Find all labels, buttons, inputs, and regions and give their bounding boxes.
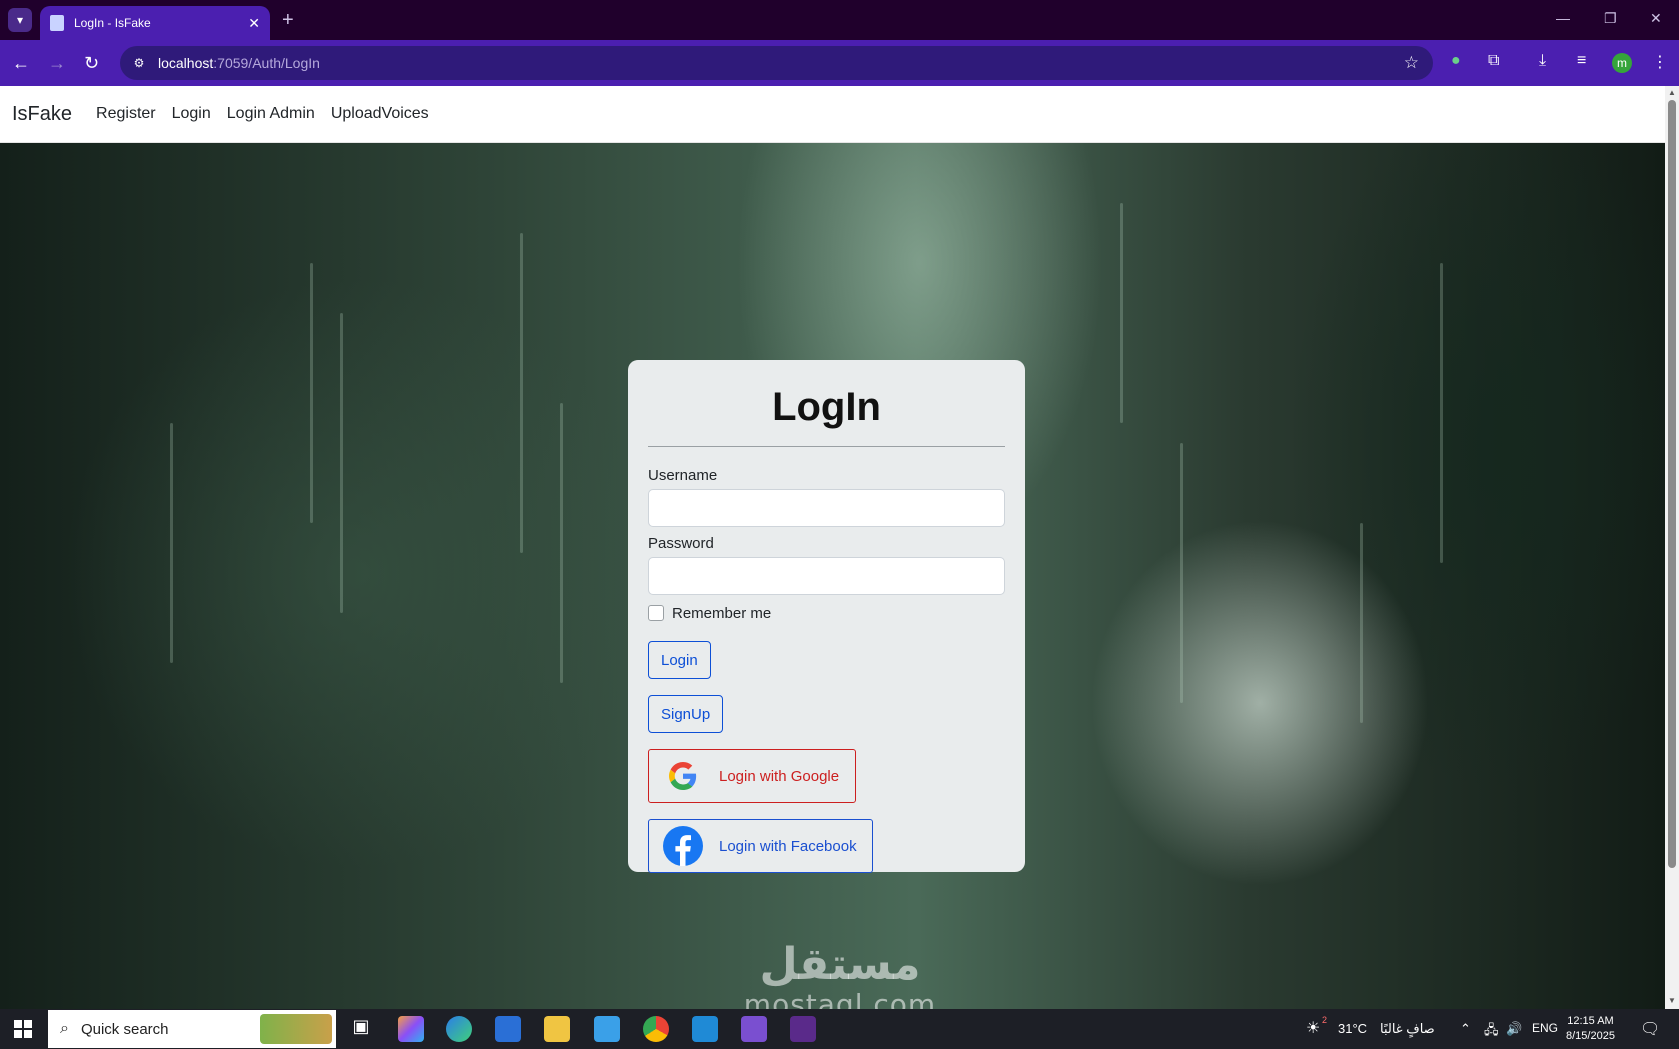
brand-logo[interactable]: IsFake [12,103,72,126]
site-info-icon[interactable]: ⚙ [130,54,148,72]
remember-me-checkbox[interactable] [648,605,664,621]
language-indicator[interactable]: ENG [1532,1021,1558,1035]
facebook-logo-icon [663,826,703,866]
weather-temp[interactable]: 31°C [1338,1021,1367,1036]
browser-tab-active[interactable]: LogIn - IsFake ✕ [40,6,270,40]
clock-time: 12:15 AM [1567,1015,1614,1027]
password-label: Password [648,535,714,552]
network-icon[interactable]: 🖧 [1484,1021,1499,1043]
login-card: LogIn Username Password Remember me Logi… [628,360,1025,873]
weather-badge: 2 [1322,1015,1328,1025]
username-input[interactable] [648,489,1005,527]
title-divider [648,446,1005,447]
watermark-arabic: مستقل [759,939,921,990]
watermark-latin: mostaql.com [743,988,937,1010]
search-icon: ⌕ [60,1020,69,1037]
file-explorer-icon[interactable] [544,1016,570,1042]
terminal-icon[interactable] [790,1016,816,1042]
notifications-icon[interactable]: 🗨 [1640,1019,1660,1039]
chrome-icon[interactable] [643,1016,669,1042]
watermark: مستقل mostaql.com [740,939,940,1010]
address-bar[interactable]: ⚙ localhost:7059/Auth/LogIn ☆ [120,46,1433,80]
url-host: localhost [158,55,214,71]
page-favicon-icon [50,15,64,31]
extensions-puzzle-icon[interactable]: ⧉ [1488,52,1499,70]
taskbar-clock[interactable]: 12:15 AM 8/15/2025 [1566,1014,1615,1044]
profile-avatar[interactable]: m [1612,53,1632,73]
search-highlight-image [260,1014,332,1044]
download-icon[interactable]: ⤓ [1539,52,1546,70]
site-navbar: IsFake Register Login Login Admin Upload… [0,86,1665,143]
nav-link-login-admin[interactable]: Login Admin [227,105,315,123]
close-tab-icon[interactable]: ✕ [248,15,260,32]
bookmark-star-icon[interactable]: ☆ [1404,53,1419,73]
reload-icon[interactable]: ↻ [84,53,99,73]
edge-browser-icon[interactable] [446,1016,472,1042]
remote-desktop-icon[interactable] [594,1016,620,1042]
scroll-up-icon[interactable]: ▲ [1668,88,1676,97]
restore-icon[interactable]: ❐ [1604,10,1617,27]
login-with-facebook-button[interactable]: Login with Facebook [648,819,873,873]
volume-icon[interactable]: 🔊 [1506,1021,1522,1037]
page-scrollbar[interactable]: ▲ ▼ [1665,86,1679,1009]
nav-link-login[interactable]: Login [172,105,211,123]
weather-desc[interactable]: صافٍ غالبًا [1380,1021,1435,1037]
page-title: LogIn [772,385,881,429]
weather-icon[interactable]: ☀ [1306,1018,1320,1038]
username-label: Username [648,467,718,484]
tab-search-button[interactable]: ▾ [8,8,32,32]
nav-link-upload-voices[interactable]: UploadVoices [331,105,429,123]
extension-avatar-icon[interactable]: ● [1451,52,1461,70]
taskbar-search-text: Quick search [80,1020,169,1038]
new-tab-icon[interactable]: + [282,9,294,32]
remember-me-label[interactable]: Remember me [672,605,771,622]
nav-link-register[interactable]: Register [96,105,156,123]
more-menu-icon[interactable]: ⋮ [1652,52,1668,72]
google-button-label: Login with Google [719,767,840,785]
visual-studio-icon[interactable] [741,1016,767,1042]
scroll-down-icon[interactable]: ▼ [1668,996,1676,1005]
windows-taskbar: ⌕ Quick search ▣ ☀ 2 31°C صافٍ غالبًا ⌃ … [0,1009,1679,1049]
facebook-button-label: Login with Facebook [719,837,857,855]
login-button[interactable]: Login [648,641,711,679]
chevron-down-icon: ▾ [16,13,24,27]
url-path: :7059/Auth/LogIn [213,55,320,71]
media-playlist-icon[interactable]: ≡ [1577,52,1586,70]
vscode-icon[interactable] [692,1016,718,1042]
chevron-up-icon[interactable]: ⌃ [1460,1021,1471,1037]
microsoft-store-icon[interactable] [495,1016,521,1042]
remember-me-row: Remember me [648,601,1005,625]
page-viewport: IsFake Register Login Login Admin Upload… [0,86,1665,1009]
signup-button[interactable]: SignUp [648,695,724,733]
password-input[interactable] [648,557,1005,595]
tab-title: LogIn - IsFake [74,16,151,30]
minimize-icon[interactable]: — [1556,10,1570,26]
forward-arrow-icon[interactable]: → [48,53,66,73]
task-view-icon[interactable]: ▣ [348,1016,374,1042]
login-with-google-button[interactable]: Login with Google [648,749,856,803]
copilot-icon[interactable] [398,1016,424,1042]
clock-date: 8/15/2025 [1566,1030,1615,1042]
taskbar-search[interactable]: ⌕ Quick search [48,1010,336,1048]
browser-toolbar: ← → ↻ ⚙ localhost:7059/Auth/LogIn ☆ ● ⧉ … [0,40,1679,86]
tab-strip: ▾ LogIn - IsFake ✕ + — ❐ ✕ [0,0,1679,40]
scroll-thumb[interactable] [1668,100,1676,868]
close-window-icon[interactable]: ✕ [1650,10,1662,27]
google-logo-icon [663,756,703,796]
windows-start-icon[interactable] [14,1020,32,1038]
back-arrow-icon[interactable]: ← [12,53,30,73]
url-text[interactable]: localhost:7059/Auth/LogIn [158,55,320,71]
